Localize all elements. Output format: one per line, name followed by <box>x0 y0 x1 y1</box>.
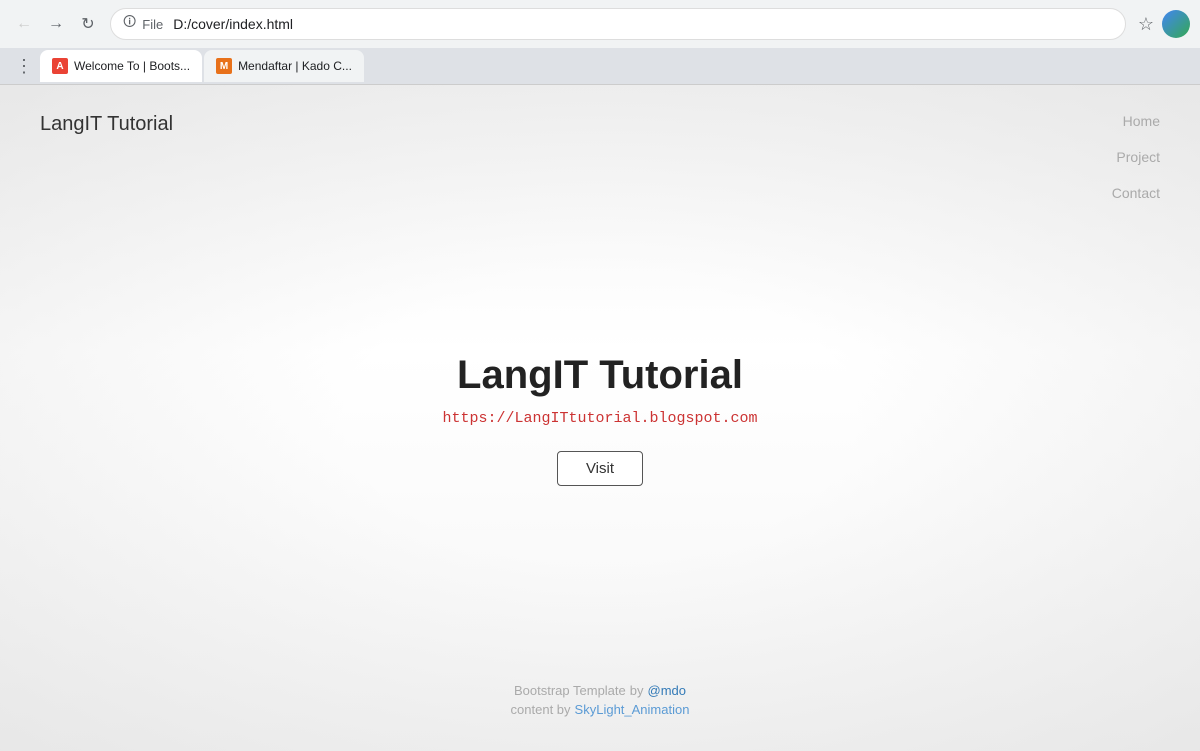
url-display: D:/cover/index.html <box>173 16 1113 32</box>
browser-chrome: ← → ↻ 🛈 File D:/cover/index.html ☆ ⋮ A W… <box>0 0 1200 85</box>
file-label: File <box>142 17 163 32</box>
bookmark-icon[interactable]: ☆ <box>1134 10 1158 39</box>
footer-content-by: content by <box>511 702 571 717</box>
footer-content-author: SkyLight_Animation <box>575 702 690 717</box>
site-main: LangIT Tutorial https://LangITtutorial.b… <box>0 136 1200 702</box>
tab-2[interactable]: M Mendaftar | Kado C... <box>204 50 364 82</box>
visit-button[interactable]: Visit <box>557 451 643 486</box>
back-button[interactable]: ← <box>10 10 38 38</box>
nav-buttons: ← → ↻ <box>10 10 102 38</box>
user-avatar[interactable] <box>1162 10 1190 38</box>
site-brand: LangIT Tutorial <box>40 113 173 136</box>
tab-2-label: Mendaftar | Kado C... <box>238 59 352 73</box>
tab-1-favicon: A <box>52 58 68 74</box>
page-content: LangIT Tutorial Home Project Contact Lan… <box>0 85 1200 751</box>
secure-icon: 🛈 <box>123 13 136 35</box>
tab-1-label: Welcome To | Boots... <box>74 59 190 73</box>
browser-action-icons: ☆ <box>1134 10 1190 39</box>
tab-bar: ⋮ A Welcome To | Boots... M Mendaftar | … <box>0 48 1200 84</box>
tab-2-favicon: M <box>216 58 232 74</box>
tab-1[interactable]: A Welcome To | Boots... <box>40 50 202 82</box>
site-navbar: LangIT Tutorial Home Project Contact <box>0 85 1200 136</box>
footer-template-text: Bootstrap Template <box>514 683 626 698</box>
footer-line-1: Bootstrap Template by @mdo <box>0 683 1200 698</box>
forward-button[interactable]: → <box>42 10 70 38</box>
nav-contact[interactable]: Contact <box>1112 185 1160 201</box>
address-bar[interactable]: 🛈 File D:/cover/index.html <box>110 8 1126 40</box>
site-footer: Bootstrap Template by @mdo content by Sk… <box>0 683 1200 721</box>
browser-toolbar: ← → ↻ 🛈 File D:/cover/index.html ☆ <box>0 0 1200 48</box>
main-url[interactable]: https://LangITtutorial.blogspot.com <box>442 410 757 427</box>
nav-project[interactable]: Project <box>1116 149 1160 165</box>
footer-line-2: content by SkyLight_Animation <box>0 702 1200 717</box>
nav-home[interactable]: Home <box>1123 113 1160 129</box>
reload-button[interactable]: ↻ <box>74 10 102 38</box>
main-title: LangIT Tutorial <box>457 353 743 398</box>
footer-author: @mdo <box>648 683 687 698</box>
apps-button[interactable]: ⋮ <box>10 52 38 80</box>
site-nav: Home Project Contact <box>1112 113 1160 201</box>
footer-by-text: by <box>630 683 644 698</box>
